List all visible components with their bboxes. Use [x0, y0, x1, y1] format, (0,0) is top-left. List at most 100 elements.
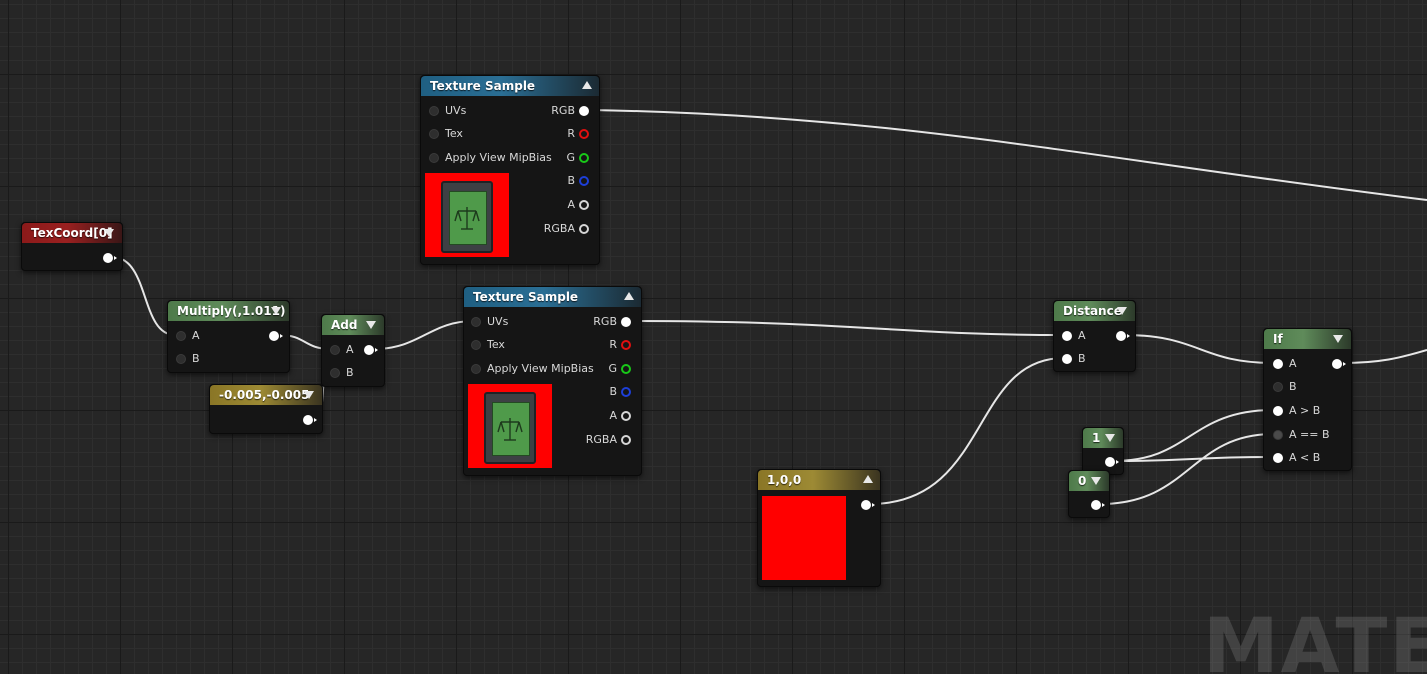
output-pin-icon[interactable] [621, 340, 631, 350]
pin-b[interactable]: B [176, 352, 200, 366]
add-header[interactable]: Add [322, 315, 384, 335]
pin-a[interactable]: A [1062, 329, 1086, 343]
input-pin-icon[interactable] [1273, 430, 1283, 440]
material-graph-canvas[interactable]: Texture Sample UVs Tex Apply View MipBia… [0, 0, 1427, 674]
wire-add-to-ts2-uvs[interactable] [373, 320, 475, 350]
input-pin-icon[interactable] [330, 368, 340, 378]
constant2-header[interactable]: -0.005,-0.005 [210, 385, 322, 405]
pin-b[interactable]: B [330, 366, 354, 380]
pin-b[interactable]: B [609, 385, 631, 399]
pin-uvs[interactable]: UVs [471, 315, 508, 329]
input-pin-icon[interactable] [429, 106, 439, 116]
input-pin-icon[interactable] [1273, 406, 1283, 416]
output-pin-icon[interactable] [621, 435, 631, 445]
pin-tex[interactable]: Tex [429, 127, 463, 141]
constant-one-node[interactable]: 1 [1082, 427, 1124, 475]
collapse-arrow-icon[interactable] [582, 81, 592, 89]
multiply-node[interactable]: Multiply(,1.011) A B [167, 300, 290, 373]
constant3-node[interactable]: 1,0,0 [757, 469, 881, 587]
output-pin-icon[interactable] [364, 345, 378, 355]
wire-constant3-to-distance-b[interactable] [869, 357, 1065, 505]
constant2-node[interactable]: -0.005,-0.005 [209, 384, 323, 434]
pin-apply-view-mipbias[interactable]: Apply View MipBias [429, 151, 552, 165]
output-pin-icon[interactable] [269, 331, 283, 341]
output-pin-icon[interactable] [621, 411, 631, 421]
pin-rgb[interactable]: RGB [593, 315, 631, 329]
texture-sample-header[interactable]: Texture Sample [464, 287, 641, 307]
output-pin-icon[interactable] [103, 253, 117, 263]
pin-r[interactable]: R [609, 338, 631, 352]
input-pin-icon[interactable] [1273, 382, 1283, 392]
output-pin-icon[interactable] [579, 153, 589, 163]
output-pin-icon[interactable] [1332, 359, 1346, 369]
output-pin-icon[interactable] [303, 415, 317, 425]
output-pin-icon[interactable] [579, 224, 589, 234]
input-pin-icon[interactable] [1273, 453, 1283, 463]
distance-node[interactable]: Distance A B [1053, 300, 1136, 372]
input-pin-icon[interactable] [330, 345, 340, 355]
output-pin-icon[interactable] [579, 129, 589, 139]
collapse-arrow-icon[interactable] [271, 307, 281, 315]
wire-one-to-if-altb[interactable] [1113, 456, 1275, 462]
texture-sample-header[interactable]: Texture Sample [421, 76, 599, 96]
output-pin-icon[interactable] [621, 317, 631, 327]
collapse-arrow-icon[interactable] [304, 391, 314, 399]
pin-g[interactable]: G [608, 362, 631, 376]
constant-one-header[interactable]: 1 [1083, 428, 1123, 448]
input-pin-icon[interactable] [471, 340, 481, 350]
constant-zero-node[interactable]: 0 [1068, 470, 1110, 518]
input-pin-icon[interactable] [176, 331, 186, 341]
input-pin-icon[interactable] [1273, 359, 1283, 369]
pin-a-less-b[interactable]: A < B [1273, 451, 1320, 465]
add-node[interactable]: Add A B [321, 314, 385, 387]
multiply-header[interactable]: Multiply(,1.011) [168, 301, 289, 321]
collapse-arrow-icon[interactable] [1091, 477, 1101, 485]
output-pin-icon[interactable] [1091, 500, 1105, 510]
input-pin-icon[interactable] [1062, 331, 1072, 341]
if-header[interactable]: If [1264, 329, 1351, 349]
output-pin-icon[interactable] [621, 364, 631, 374]
distance-header[interactable]: Distance [1054, 301, 1135, 321]
input-pin-icon[interactable] [471, 364, 481, 374]
pin-r[interactable]: R [567, 127, 589, 141]
texcoord-header[interactable]: TexCoord[0] [22, 223, 122, 243]
if-node[interactable]: If A B A > B A == B A < B [1263, 328, 1352, 471]
collapse-arrow-icon[interactable] [104, 229, 114, 237]
wire-if-to-offscreen[interactable] [1341, 349, 1427, 364]
wire-zero-to-if-aeqb[interactable] [1099, 433, 1275, 505]
pin-a[interactable]: A [1273, 357, 1297, 371]
pin-a[interactable]: A [609, 409, 631, 423]
pin-b[interactable]: B [1062, 352, 1086, 366]
input-pin-icon[interactable] [429, 129, 439, 139]
pin-a[interactable]: A [567, 198, 589, 212]
output-pin-icon[interactable] [1105, 457, 1119, 467]
output-pin-icon[interactable] [621, 387, 631, 397]
output-pin-icon[interactable] [579, 200, 589, 210]
wire-ts2-rgb-to-distance-a[interactable] [630, 320, 1065, 336]
collapse-arrow-icon[interactable] [366, 321, 376, 329]
output-pin-icon[interactable] [579, 176, 589, 186]
pin-tex[interactable]: Tex [471, 338, 505, 352]
collapse-arrow-icon[interactable] [1105, 434, 1115, 442]
output-pin-icon[interactable] [861, 500, 875, 510]
input-pin-icon[interactable] [429, 153, 439, 163]
texcoord-node[interactable]: TexCoord[0] [21, 222, 123, 271]
constant3-header[interactable]: 1,0,0 [758, 470, 880, 490]
pin-a-equals-b[interactable]: A == B [1273, 428, 1330, 442]
wire-one-to-if-agtb[interactable] [1113, 409, 1275, 462]
pin-g[interactable]: G [566, 151, 589, 165]
constant-zero-header[interactable]: 0 [1069, 471, 1109, 491]
input-pin-icon[interactable] [176, 354, 186, 364]
wire-ts1-rgb-to-offscreen[interactable] [589, 109, 1427, 201]
texture-sample-node-1[interactable]: Texture Sample UVs Tex Apply View MipBia… [420, 75, 600, 265]
pin-rgb[interactable]: RGB [551, 104, 589, 118]
pin-a-greater-b[interactable]: A > B [1273, 404, 1320, 418]
pin-apply-view-mipbias[interactable]: Apply View MipBias [471, 362, 594, 376]
pin-rgba[interactable]: RGBA [586, 433, 631, 447]
collapse-arrow-icon[interactable] [1333, 335, 1343, 343]
pin-a[interactable]: A [330, 343, 354, 357]
collapse-arrow-icon[interactable] [624, 292, 634, 300]
input-pin-icon[interactable] [1062, 354, 1072, 364]
input-pin-icon[interactable] [471, 317, 481, 327]
pin-uvs[interactable]: UVs [429, 104, 466, 118]
